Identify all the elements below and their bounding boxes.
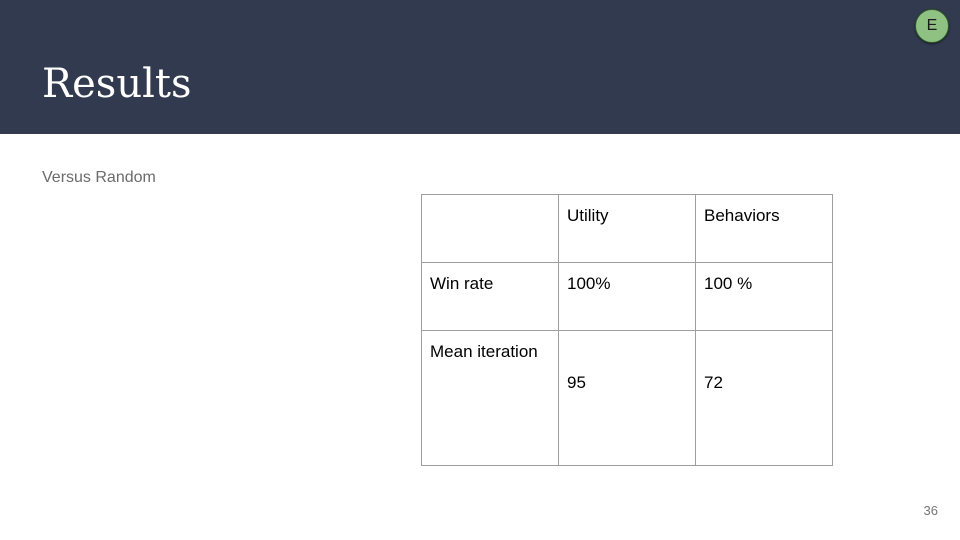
title-bar: Results E	[0, 0, 960, 134]
slide-title: Results	[42, 61, 192, 107]
results-table: Utility Behaviors Win rate 100% 100 % Me…	[421, 194, 833, 466]
slide-subtitle: Versus Random	[42, 169, 156, 186]
table-header-row: Utility Behaviors	[421, 194, 833, 263]
table-cell: 100 %	[695, 262, 833, 331]
table-cell: 100%	[558, 262, 696, 331]
table-cell: 72	[695, 330, 833, 466]
table-row-label: Mean iteration	[421, 330, 559, 466]
page-number: 36	[923, 503, 938, 518]
table-row-label: Win rate	[421, 262, 559, 331]
table-row: Mean iteration 95 72	[421, 330, 833, 466]
user-avatar[interactable]: E	[915, 9, 949, 43]
table-row: Win rate 100% 100 %	[421, 262, 833, 331]
table-header-cell: Behaviors	[695, 194, 833, 263]
table-cell: 95	[558, 330, 696, 466]
table-header-cell-empty	[421, 194, 559, 263]
table-header-cell: Utility	[558, 194, 696, 263]
